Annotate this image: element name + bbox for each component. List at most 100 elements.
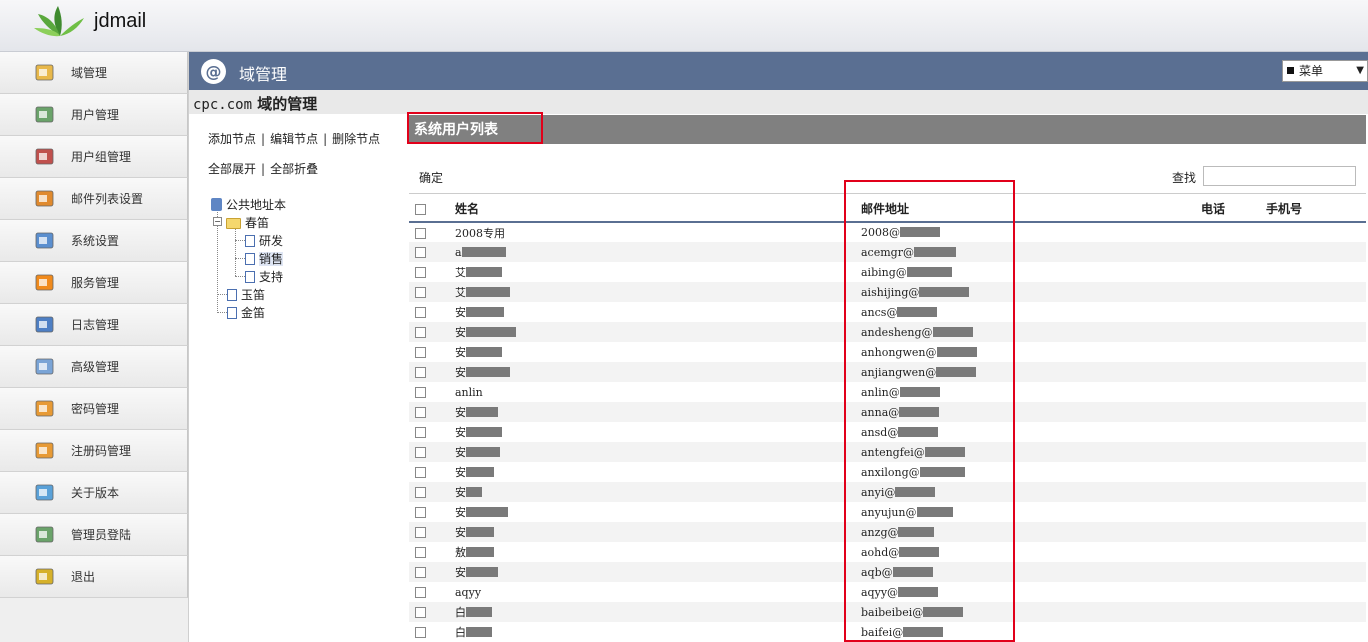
- row-checkbox[interactable]: [415, 567, 426, 578]
- select-all-checkbox[interactable]: [415, 203, 426, 215]
- row-select-cell: [409, 402, 455, 422]
- table-row[interactable]: 安 anhongwen@: [409, 342, 1366, 362]
- row-checkbox[interactable]: [415, 587, 426, 598]
- user-email: anzg@: [861, 525, 899, 539]
- user-email: anna@: [861, 405, 900, 419]
- row-checkbox[interactable]: [415, 627, 426, 638]
- menu-select[interactable]: 菜单 ▼: [1282, 60, 1368, 82]
- row-checkbox[interactable]: [415, 287, 426, 298]
- row-checkbox[interactable]: [415, 527, 426, 538]
- table-row[interactable]: 安 anna@: [409, 402, 1366, 422]
- tree-node-gold[interactable]: 金笛: [227, 304, 265, 321]
- row-checkbox[interactable]: [415, 447, 426, 458]
- column-header-name[interactable]: 姓名: [455, 196, 861, 223]
- table-row[interactable]: 白 baibeibei@: [409, 602, 1366, 622]
- tree-node-jade[interactable]: 玉笛: [227, 286, 265, 303]
- table-row[interactable]: 艾 aibing@: [409, 262, 1366, 282]
- mobile-cell: [1266, 382, 1366, 402]
- table-row[interactable]: 敖 aohd@: [409, 542, 1366, 562]
- table-row[interactable]: 安 anjiangwen@: [409, 362, 1366, 382]
- row-checkbox[interactable]: [415, 367, 426, 378]
- table-row[interactable]: 2008专用 2008@: [409, 222, 1366, 242]
- collapse-toggle-icon[interactable]: −: [213, 217, 222, 226]
- sidebar-item[interactable]: 密码管理: [0, 388, 188, 430]
- user-name: 安: [455, 526, 466, 539]
- table-row[interactable]: 安 anyujun@: [409, 502, 1366, 522]
- sidebar-item[interactable]: 域管理: [0, 52, 188, 94]
- mobile-cell: [1266, 342, 1366, 362]
- table-row[interactable]: 安 ancs@: [409, 302, 1366, 322]
- row-select-cell: [409, 422, 455, 442]
- sidebar-item[interactable]: 日志管理: [0, 304, 188, 346]
- row-checkbox[interactable]: [415, 407, 426, 418]
- mobile-cell: [1266, 522, 1366, 542]
- column-header-mobile[interactable]: 手机号: [1266, 196, 1366, 223]
- table-row[interactable]: 艾 aishijing@: [409, 282, 1366, 302]
- table-row[interactable]: a acemgr@: [409, 242, 1366, 262]
- row-checkbox[interactable]: [415, 247, 426, 258]
- delete-node-link[interactable]: 删除节点: [332, 132, 380, 146]
- user-name: 安: [455, 326, 466, 339]
- row-checkbox[interactable]: [415, 467, 426, 478]
- row-checkbox[interactable]: [415, 307, 426, 318]
- sidebar-item[interactable]: 服务管理: [0, 262, 188, 304]
- row-checkbox[interactable]: [415, 387, 426, 398]
- name-cell: 安: [455, 522, 861, 542]
- row-select-cell: [409, 482, 455, 502]
- mobile-cell: [1266, 482, 1366, 502]
- redaction-mask: [932, 326, 973, 337]
- confirm-button[interactable]: 确定: [419, 169, 443, 186]
- column-header-email[interactable]: 邮件地址: [861, 196, 1201, 223]
- column-header-phone[interactable]: 电话: [1201, 196, 1266, 223]
- row-checkbox[interactable]: [415, 427, 426, 438]
- row-checkbox[interactable]: [415, 507, 426, 518]
- row-checkbox[interactable]: [415, 347, 426, 358]
- table-row[interactable]: 白 baifei@: [409, 622, 1366, 642]
- page-icon: [227, 307, 237, 319]
- row-checkbox[interactable]: [415, 327, 426, 338]
- edit-node-link[interactable]: 编辑节点: [270, 132, 318, 146]
- row-checkbox[interactable]: [415, 547, 426, 558]
- tree-node-rnd[interactable]: 研发: [245, 232, 283, 249]
- email-cell: anjiangwen@: [861, 362, 1201, 382]
- name-cell: 安: [455, 462, 861, 482]
- table-row[interactable]: 安 anxilong@: [409, 462, 1366, 482]
- row-checkbox[interactable]: [415, 607, 426, 618]
- user-name: anlin: [455, 385, 483, 399]
- table-row[interactable]: anlin anlin@: [409, 382, 1366, 402]
- row-select-cell: [409, 342, 455, 362]
- sidebar-item[interactable]: 注册码管理: [0, 430, 188, 472]
- tree-node-spring[interactable]: 春笛: [226, 214, 269, 231]
- row-checkbox[interactable]: [415, 267, 426, 278]
- search-label: 查找: [1172, 171, 1197, 185]
- table-row[interactable]: 安 antengfei@: [409, 442, 1366, 462]
- table-row[interactable]: 安 ansd@: [409, 422, 1366, 442]
- table-row[interactable]: aqyy aqyy@: [409, 582, 1366, 602]
- tree-node-sales[interactable]: 销售: [245, 250, 284, 267]
- user-email: andesheng@: [861, 325, 933, 339]
- sidebar-item[interactable]: 高级管理: [0, 346, 188, 388]
- address-tree-panel: 添加节点 | 编辑节点 | 删除节点 全部展开 | 全部折叠 公共地址本 − 春笛 研发 销…: [189, 114, 409, 642]
- tree-node-support[interactable]: 支持: [245, 268, 283, 285]
- row-checkbox[interactable]: [415, 487, 426, 498]
- collapse-all-link[interactable]: 全部折叠: [270, 162, 318, 176]
- row-checkbox[interactable]: [415, 227, 426, 239]
- table-row[interactable]: 安 anzg@: [409, 522, 1366, 542]
- sidebar-item[interactable]: 管理员登陆: [0, 514, 188, 556]
- table-row[interactable]: 安 aqb@: [409, 562, 1366, 582]
- sidebar-item[interactable]: 系统设置: [0, 220, 188, 262]
- sidebar-item[interactable]: 关于版本: [0, 472, 188, 514]
- sidebar-item[interactable]: 用户组管理: [0, 136, 188, 178]
- search-input[interactable]: [1203, 166, 1356, 186]
- sidebar-item[interactable]: 退出: [0, 556, 188, 598]
- domain-title-suffix: 域的管理: [252, 95, 318, 113]
- sidebar-item[interactable]: 邮件列表设置: [0, 178, 188, 220]
- user-email: baifei@: [861, 625, 904, 639]
- tree-node-root[interactable]: 公共地址本: [211, 196, 286, 213]
- table-row[interactable]: 安 anyi@: [409, 482, 1366, 502]
- table-row[interactable]: 安 andesheng@: [409, 322, 1366, 342]
- expand-all-link[interactable]: 全部展开: [208, 162, 256, 176]
- sidebar-item[interactable]: 用户管理: [0, 94, 188, 136]
- system-settings-icon: [33, 230, 57, 252]
- add-node-link[interactable]: 添加节点: [208, 132, 256, 146]
